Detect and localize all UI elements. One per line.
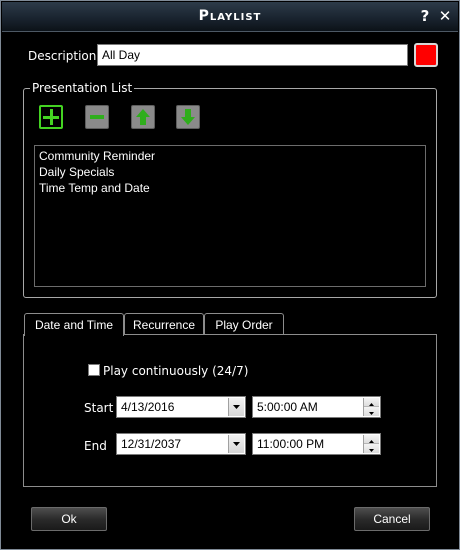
end-time-spinner[interactable]: 11:00:00 PM <box>252 433 381 455</box>
start-date-value: 4/13/2016 <box>121 400 175 414</box>
plus-icon <box>43 109 59 125</box>
start-time-spinner[interactable]: 5:00:00 AM <box>252 396 381 418</box>
tab-recurrence[interactable]: Recurrence <box>124 313 204 335</box>
end-date-value: 12/31/2037 <box>121 437 182 451</box>
start-time-decrement[interactable] <box>364 407 379 416</box>
spin-down-icon <box>369 449 374 452</box>
close-button[interactable]: ✕ <box>435 6 455 26</box>
end-time-increment[interactable] <box>364 435 379 444</box>
start-date-picker[interactable]: 4/13/2016 <box>116 396 246 418</box>
play-continuously-checkbox[interactable] <box>88 364 100 376</box>
start-label: Start <box>84 401 114 415</box>
move-up-button[interactable] <box>131 105 155 129</box>
end-date-picker[interactable]: 12/31/2037 <box>116 433 246 455</box>
arrow-up-icon <box>136 109 150 125</box>
end-time-decrement[interactable] <box>364 444 379 453</box>
play-continuously-label: Play continuously (24/7) <box>103 364 249 378</box>
start-time-increment[interactable] <box>364 398 379 407</box>
start-time-value: 5:00:00 AM <box>257 400 318 414</box>
list-item[interactable]: Time Temp and Date <box>39 181 150 195</box>
arrow-down-icon <box>181 109 195 125</box>
move-down-button[interactable] <box>176 105 200 129</box>
tab-date-and-time[interactable]: Date and Time <box>24 313 124 336</box>
chevron-down-icon <box>233 442 240 446</box>
spinner-arrows <box>363 398 379 416</box>
title-bar: Playlist ? ✕ <box>2 2 458 32</box>
spinner-arrows <box>363 435 379 453</box>
end-time-value: 11:00:00 PM <box>257 437 325 451</box>
add-button[interactable] <box>39 105 63 129</box>
dialog-title: Playlist <box>198 8 262 24</box>
end-date-dropdown-button[interactable] <box>228 435 244 453</box>
chevron-down-icon <box>233 405 240 409</box>
description-input[interactable]: All Day <box>97 44 408 66</box>
presentation-list-legend: Presentation List <box>30 81 135 95</box>
list-item[interactable]: Community Reminder <box>39 149 155 163</box>
list-item[interactable]: Daily Specials <box>39 165 114 179</box>
tab-play-order[interactable]: Play Order <box>204 313 284 335</box>
end-label: End <box>84 439 107 453</box>
presentation-listbox[interactable]: Community Reminder Daily Specials Time T… <box>34 145 426 287</box>
cancel-button[interactable]: Cancel <box>354 507 430 531</box>
start-date-dropdown-button[interactable] <box>228 398 244 416</box>
description-label: Description: <box>28 49 101 63</box>
minus-icon <box>90 115 104 119</box>
help-button[interactable]: ? <box>415 6 435 26</box>
ok-button[interactable]: Ok <box>31 507 107 531</box>
remove-button[interactable] <box>85 105 109 129</box>
color-swatch-button[interactable] <box>414 43 438 67</box>
spin-down-icon <box>369 412 374 415</box>
